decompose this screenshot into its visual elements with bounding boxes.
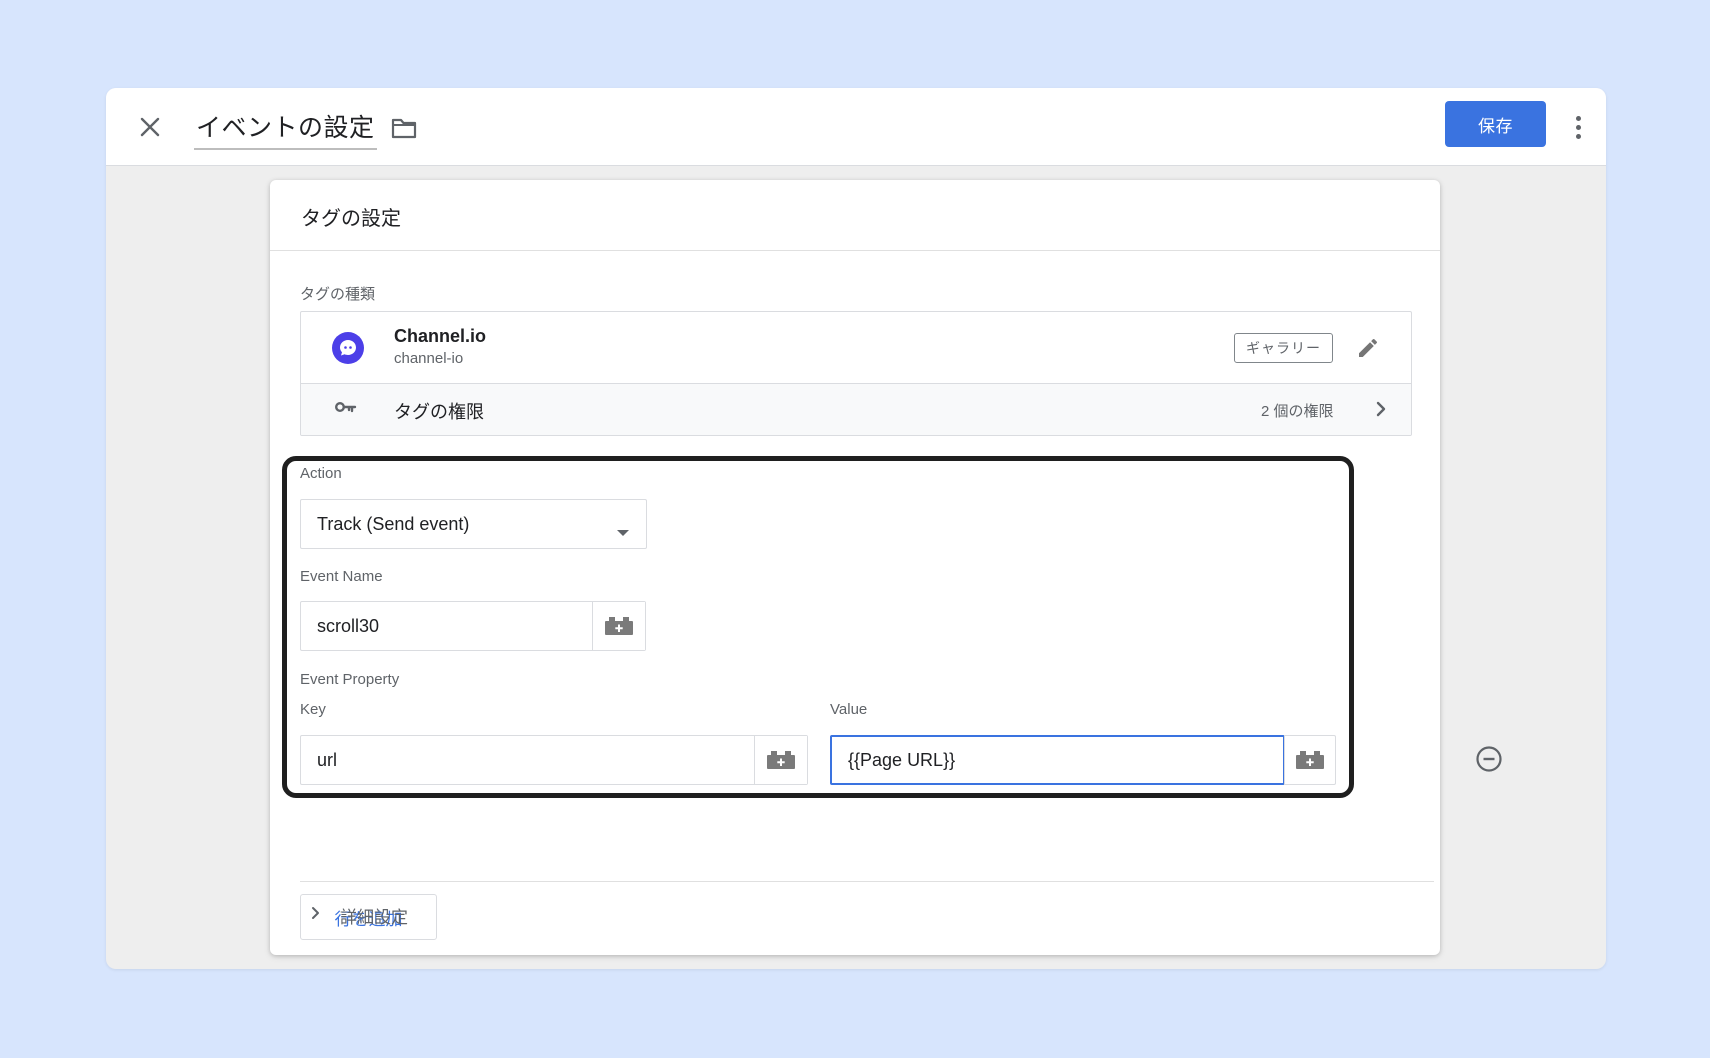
permissions-count: 2 個の権限 [1261, 403, 1334, 420]
tag-type-box: Channel.io channel-io ギャラリー タグの権限 2 個の権限 [300, 311, 1412, 436]
event-name-input[interactable] [301, 602, 592, 650]
chevron-right-icon [308, 905, 324, 926]
variable-icon[interactable] [592, 602, 645, 650]
key-label: Key [300, 701, 326, 718]
variable-icon[interactable] [754, 736, 807, 784]
channel-logo-icon [332, 332, 364, 364]
folder-icon[interactable] [388, 112, 420, 144]
advanced-settings-label: 詳細設定 [340, 907, 408, 927]
variable-icon[interactable] [1284, 735, 1336, 785]
gallery-badge: ギャラリー [1234, 333, 1333, 363]
card-title: タグの設定 [301, 208, 401, 230]
title-field[interactable]: イベントの設定 [194, 108, 377, 150]
event-property-label: Event Property [300, 671, 400, 688]
value-field [830, 735, 1285, 785]
event-name-label: Event Name [300, 568, 383, 585]
divider [300, 881, 1434, 882]
close-icon[interactable] [136, 113, 164, 141]
permissions-label: タグの権限 [394, 402, 484, 422]
pencil-icon[interactable] [1353, 333, 1383, 363]
action-label: Action [300, 465, 342, 482]
key-input[interactable] [301, 736, 754, 784]
chevron-right-icon [1371, 399, 1391, 424]
dropdown-arrow-icon [616, 521, 630, 542]
remove-circle-icon[interactable] [1474, 744, 1504, 774]
tag-type-row[interactable]: Channel.io channel-io ギャラリー [301, 312, 1411, 384]
tag-permissions-row[interactable]: タグの権限 2 個の権限 [301, 384, 1411, 435]
event-name-field [300, 601, 646, 651]
value-input[interactable] [832, 737, 1283, 783]
card-header: タグの設定 [270, 180, 1440, 251]
tag-id: channel-io [394, 350, 464, 367]
advanced-settings-toggle[interactable]: 詳細設定 [308, 895, 408, 935]
tag-editor-window: イベントの設定 保存 タグの設定 タグの種類 Channel.io channe… [106, 88, 1606, 969]
action-select[interactable]: Track (Send event) [300, 499, 647, 549]
value-label: Value [830, 701, 868, 718]
tag-type-label: タグの種類 [300, 286, 376, 303]
more-vert-icon[interactable] [1570, 112, 1586, 142]
action-value: Track (Send event) [317, 513, 470, 534]
page-title: イベントの設定 [196, 114, 375, 142]
tag-name: Channel.io [394, 326, 487, 346]
tag-config-card: タグの設定 タグの種類 Channel.io channel-io ギャラリー … [270, 180, 1502, 955]
top-bar: イベントの設定 保存 [106, 88, 1606, 166]
save-button[interactable]: 保存 [1445, 101, 1546, 147]
key-field [300, 735, 808, 785]
key-icon [335, 400, 357, 419]
